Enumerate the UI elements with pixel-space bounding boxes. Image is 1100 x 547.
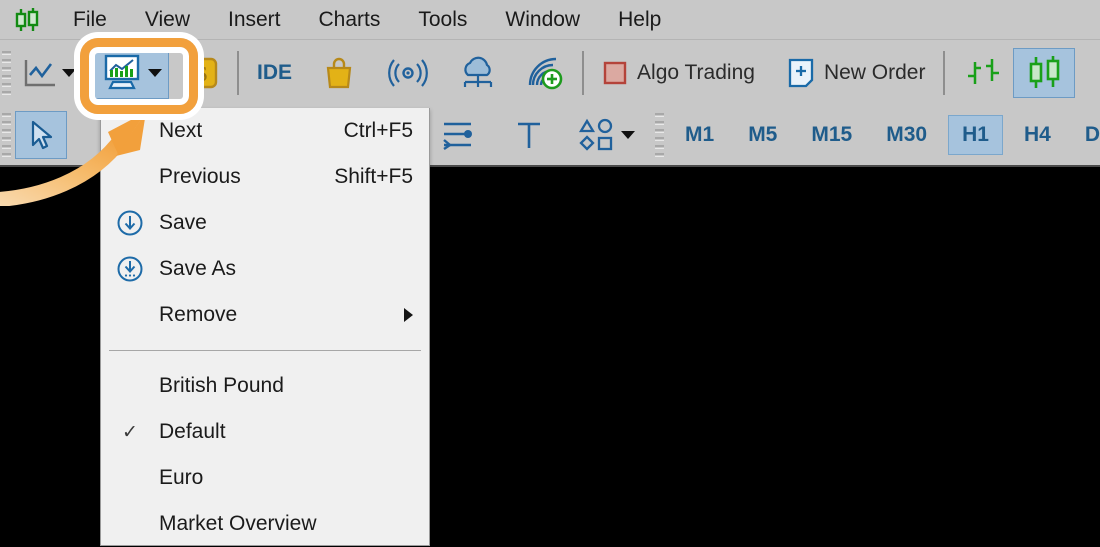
economic-calendar-button[interactable]: $ bbox=[177, 48, 227, 98]
menu-item-previous[interactable]: Previous Shift+F5 bbox=[101, 154, 429, 200]
menu-item-previous-label: Previous bbox=[159, 165, 241, 188]
timeframe-m5[interactable]: M5 bbox=[735, 116, 790, 154]
new-document-plus-icon bbox=[788, 58, 814, 87]
menu-item-euro[interactable]: Euro bbox=[101, 455, 429, 501]
timeframe-m30[interactable]: M30 bbox=[873, 116, 940, 154]
vps-add-button[interactable] bbox=[518, 48, 572, 98]
line-chart-icon bbox=[24, 59, 55, 86]
chart-type-line-button[interactable] bbox=[15, 48, 84, 98]
metaeditor-ide-button[interactable]: IDE bbox=[249, 48, 300, 98]
candlestick-logo-icon bbox=[0, 0, 54, 40]
menubar-item-tools[interactable]: Tools bbox=[399, 0, 486, 40]
menubar-item-help[interactable]: Help bbox=[599, 0, 680, 40]
timeframe-d1[interactable]: D1 bbox=[1072, 116, 1100, 154]
toolbar-grip[interactable] bbox=[2, 113, 11, 157]
timeframe-m1[interactable]: M1 bbox=[672, 116, 727, 154]
menubar-item-file[interactable]: File bbox=[54, 0, 126, 40]
bar-chart-button[interactable] bbox=[955, 48, 1013, 98]
chevron-down-icon[interactable] bbox=[621, 131, 635, 139]
chevron-down-icon[interactable] bbox=[148, 68, 162, 77]
menu-item-remove-label: Remove bbox=[159, 303, 238, 326]
toolbar-separator bbox=[582, 50, 585, 95]
ide-label: IDE bbox=[257, 60, 293, 84]
dollar-coin-icon: $ bbox=[186, 57, 218, 88]
submenu-arrow-icon bbox=[404, 308, 413, 322]
chart-profiles-dropdown-menu: Next Ctrl+F5 Previous Shift+F5 Save Save… bbox=[100, 108, 430, 546]
menu-item-next-label: Next bbox=[159, 119, 203, 142]
menubar-item-window[interactable]: Window bbox=[486, 0, 599, 40]
market-button[interactable] bbox=[314, 48, 364, 98]
chart-profiles-icon bbox=[104, 54, 140, 89]
main-toolbar: $ IDE Algo Trading New Order bbox=[0, 40, 1100, 105]
check-icon: ✓ bbox=[122, 421, 138, 443]
menubar-item-view[interactable]: View bbox=[126, 0, 209, 40]
menu-item-next[interactable]: Next Ctrl+F5 bbox=[101, 108, 429, 154]
toolbar-grip[interactable] bbox=[655, 113, 664, 157]
text-tool-button[interactable] bbox=[506, 110, 552, 160]
chart-profiles-button[interactable] bbox=[94, 46, 169, 99]
vps-add-icon bbox=[528, 57, 563, 89]
menu-item-previous-accelerator: Shift+F5 bbox=[334, 165, 413, 188]
save-as-down-arrow-icon bbox=[101, 254, 159, 284]
chevron-down-icon[interactable] bbox=[62, 68, 76, 77]
signals-broadcast-icon bbox=[388, 58, 428, 87]
menu-item-market-overview[interactable]: Market Overview bbox=[101, 501, 429, 547]
menubar-item-insert[interactable]: Insert bbox=[209, 0, 300, 40]
new-order-button[interactable]: New Order bbox=[779, 48, 934, 98]
menubar-item-charts[interactable]: Charts bbox=[300, 0, 400, 40]
menu-item-save[interactable]: Save bbox=[101, 200, 429, 246]
menu-separator bbox=[109, 350, 421, 351]
menu-item-save-label: Save bbox=[159, 211, 207, 234]
menu-bar: File View Insert Charts Tools Window Hel… bbox=[0, 0, 1100, 40]
stop-square-icon bbox=[603, 61, 627, 84]
algo-trading-button[interactable]: Algo Trading bbox=[594, 48, 763, 98]
menu-item-british-pound-label: British Pound bbox=[159, 374, 284, 397]
vps-button[interactable] bbox=[450, 48, 506, 98]
menu-item-save-as-label: Save As bbox=[159, 257, 237, 280]
svg-text:$: $ bbox=[197, 62, 208, 86]
channels-icon bbox=[443, 122, 472, 150]
toolbar-separator bbox=[237, 50, 239, 95]
shapes-icon bbox=[578, 118, 613, 151]
shapes-tool-button[interactable] bbox=[570, 110, 643, 160]
algo-trading-label: Algo Trading bbox=[637, 60, 755, 84]
menu-item-british-pound[interactable]: British Pound bbox=[101, 363, 429, 409]
cursor-tool-button[interactable] bbox=[15, 111, 67, 159]
timeframe-h4[interactable]: H4 bbox=[1011, 116, 1064, 154]
menu-item-market-overview-label: Market Overview bbox=[159, 512, 317, 535]
bar-chart-icon bbox=[968, 58, 1000, 84]
candlestick-chart-icon bbox=[1030, 55, 1060, 88]
new-order-label: New Order bbox=[823, 60, 926, 84]
menu-item-next-accelerator: Ctrl+F5 bbox=[343, 119, 413, 142]
save-down-arrow-icon bbox=[101, 208, 159, 238]
signals-button[interactable] bbox=[380, 48, 436, 98]
menu-item-euro-label: Euro bbox=[159, 466, 204, 489]
timeframe-h1[interactable]: H1 bbox=[948, 115, 1003, 155]
menu-item-remove[interactable]: Remove bbox=[101, 292, 429, 338]
toolbar-grip[interactable] bbox=[2, 50, 11, 95]
menu-item-default[interactable]: ✓ Default bbox=[101, 409, 429, 455]
channels-tool-button[interactable] bbox=[432, 110, 484, 160]
cloud-network-icon bbox=[463, 56, 493, 87]
timeframe-m15[interactable]: M15 bbox=[798, 116, 865, 154]
menu-item-save-as[interactable]: Save As bbox=[101, 246, 429, 292]
cursor-arrow-icon bbox=[31, 120, 53, 150]
menu-item-default-label: Default bbox=[159, 420, 226, 443]
toolbar-separator bbox=[943, 50, 946, 95]
text-insert-icon bbox=[518, 122, 540, 148]
shopping-bag-icon bbox=[326, 57, 352, 88]
candlestick-chart-button[interactable] bbox=[1013, 47, 1076, 98]
